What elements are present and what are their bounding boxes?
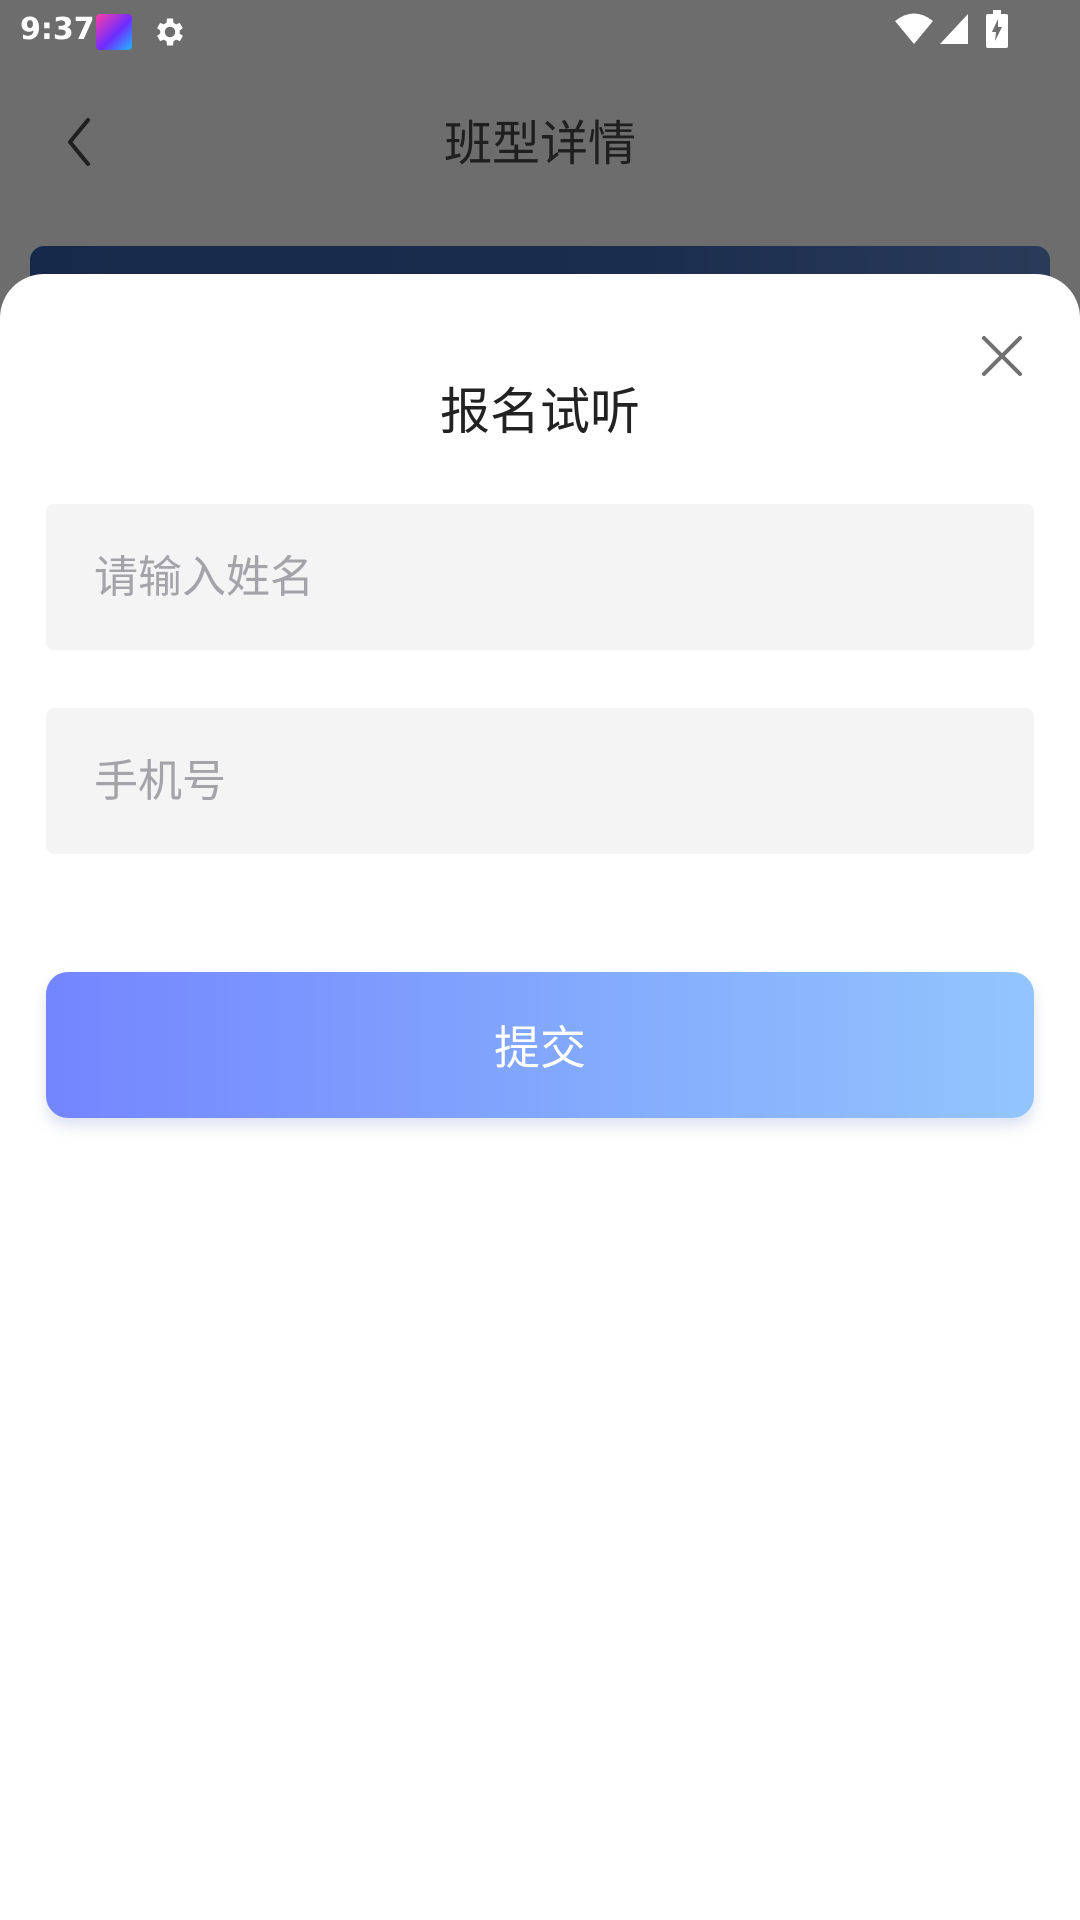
screen: 9:37 班型详情 报名试听 提交 xyxy=(0,0,1080,1920)
name-input[interactable] xyxy=(46,504,1034,650)
status-time: 9:37 xyxy=(20,12,95,47)
trial-signup-sheet: 报名试听 提交 xyxy=(0,274,1080,1920)
phone-input[interactable] xyxy=(46,708,1034,854)
page-title: 班型详情 xyxy=(443,116,636,172)
signal-icon xyxy=(940,14,968,44)
sheet-title: 报名试听 xyxy=(440,383,640,441)
status-bar: 9:37 xyxy=(0,0,1080,60)
gear-icon xyxy=(157,18,183,46)
notification-app-icon xyxy=(96,14,132,50)
wifi-icon xyxy=(895,13,933,44)
battery-charging-icon xyxy=(986,10,1008,48)
close-icon[interactable] xyxy=(974,328,1030,384)
submit-button[interactable]: 提交 xyxy=(46,972,1034,1118)
